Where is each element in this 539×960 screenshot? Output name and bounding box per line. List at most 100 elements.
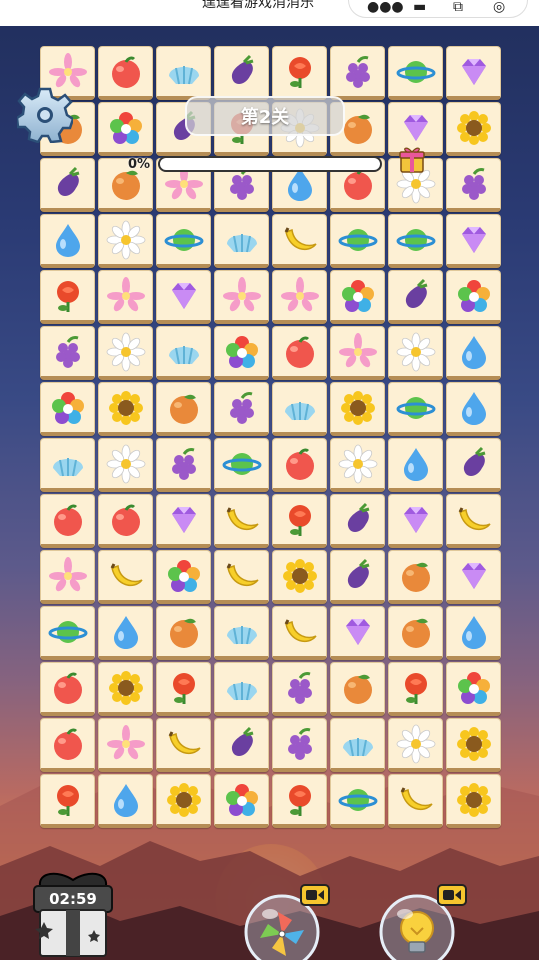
tile-flower[interactable] — [214, 774, 269, 828]
tile-lily[interactable] — [272, 270, 327, 324]
tile-grape[interactable] — [446, 158, 501, 212]
reward-gift-icon[interactable] — [398, 144, 426, 174]
tile-sunflower[interactable] — [272, 550, 327, 604]
tile-planet[interactable] — [214, 438, 269, 492]
close-target-icon[interactable]: ◎ — [493, 0, 505, 15]
tile-grape[interactable] — [156, 438, 211, 492]
tile-orange[interactable] — [388, 550, 443, 604]
tile-eggplant[interactable] — [214, 718, 269, 772]
tile-rose[interactable] — [272, 774, 327, 828]
tile-daisy[interactable] — [98, 438, 153, 492]
settings-gear-icon[interactable] — [17, 87, 73, 143]
tile-planet[interactable] — [388, 46, 443, 100]
tile-planet[interactable] — [388, 382, 443, 436]
tile-banana[interactable] — [214, 550, 269, 604]
tile-peach[interactable] — [272, 438, 327, 492]
tile-flower[interactable] — [330, 270, 385, 324]
tile-sunflower[interactable] — [98, 382, 153, 436]
tile-grape[interactable] — [272, 662, 327, 716]
tile-rose[interactable] — [156, 662, 211, 716]
tile-rose[interactable] — [388, 662, 443, 716]
tile-banana[interactable] — [272, 214, 327, 268]
tile-gem[interactable] — [330, 606, 385, 660]
tile-peach[interactable] — [98, 494, 153, 548]
tile-orange[interactable] — [388, 606, 443, 660]
tile-flower[interactable] — [156, 550, 211, 604]
tile-planet[interactable] — [40, 606, 95, 660]
minimize-icon[interactable]: ▬ — [413, 0, 426, 15]
tile-peach[interactable] — [40, 662, 95, 716]
tile-grape[interactable] — [272, 718, 327, 772]
tile-lily[interactable] — [40, 550, 95, 604]
tile-rose[interactable] — [40, 774, 95, 828]
tile-flower[interactable] — [446, 270, 501, 324]
more-dots-icon[interactable]: ●●● — [367, 0, 404, 15]
tile-peach[interactable] — [40, 494, 95, 548]
tile-eggplant[interactable] — [330, 494, 385, 548]
tile-gem[interactable] — [446, 214, 501, 268]
tile-sunflower[interactable] — [98, 662, 153, 716]
tile-banana[interactable] — [388, 774, 443, 828]
tile-drop[interactable] — [446, 606, 501, 660]
tile-daisy[interactable] — [330, 438, 385, 492]
tile-sunflower[interactable] — [156, 774, 211, 828]
tile-banana[interactable] — [272, 606, 327, 660]
tile-banana[interactable] — [98, 550, 153, 604]
tile-shell[interactable] — [330, 718, 385, 772]
tile-daisy[interactable] — [388, 718, 443, 772]
share-icon[interactable]: ⧉ — [453, 0, 463, 15]
tile-shell[interactable] — [214, 662, 269, 716]
tile-eggplant[interactable] — [446, 438, 501, 492]
tile-shell[interactable] — [214, 606, 269, 660]
tile-eggplant[interactable] — [214, 46, 269, 100]
tile-shell[interactable] — [214, 214, 269, 268]
tile-gem[interactable] — [388, 494, 443, 548]
tile-eggplant[interactable] — [40, 158, 95, 212]
tile-peach[interactable] — [98, 46, 153, 100]
tile-sunflower[interactable] — [446, 718, 501, 772]
tile-grape[interactable] — [214, 382, 269, 436]
tile-rose[interactable] — [272, 46, 327, 100]
tile-daisy[interactable] — [98, 214, 153, 268]
tile-eggplant[interactable] — [388, 270, 443, 324]
tile-flower[interactable] — [98, 102, 153, 156]
tile-banana[interactable] — [446, 494, 501, 548]
tile-banana[interactable] — [214, 494, 269, 548]
tile-gem[interactable] — [446, 46, 501, 100]
tile-flower[interactable] — [446, 662, 501, 716]
tile-orange[interactable] — [156, 606, 211, 660]
tile-drop[interactable] — [388, 438, 443, 492]
tile-rose[interactable] — [40, 270, 95, 324]
tile-planet[interactable] — [330, 774, 385, 828]
tile-sunflower[interactable] — [330, 382, 385, 436]
tile-flower[interactable] — [214, 326, 269, 380]
tile-peach[interactable] — [272, 326, 327, 380]
tile-lily[interactable] — [98, 718, 153, 772]
tile-orange[interactable] — [156, 382, 211, 436]
tile-shell[interactable] — [156, 326, 211, 380]
tile-planet[interactable] — [156, 214, 211, 268]
capsule-menu[interactable]: ●●● ▬ ⧉ ◎ — [348, 0, 528, 18]
tile-lily[interactable] — [214, 270, 269, 324]
tile-sunflower[interactable] — [446, 774, 501, 828]
tile-drop[interactable] — [98, 606, 153, 660]
tile-shell[interactable] — [272, 382, 327, 436]
tile-drop[interactable] — [98, 774, 153, 828]
tile-daisy[interactable] — [388, 326, 443, 380]
tile-eggplant[interactable] — [330, 550, 385, 604]
tile-drop[interactable] — [446, 382, 501, 436]
tile-sunflower[interactable] — [446, 102, 501, 156]
tile-grape[interactable] — [40, 326, 95, 380]
tile-planet[interactable] — [388, 214, 443, 268]
tile-gem[interactable] — [446, 550, 501, 604]
tile-grape[interactable] — [330, 46, 385, 100]
tile-flower[interactable] — [40, 382, 95, 436]
tile-shell[interactable] — [156, 46, 211, 100]
tile-gem[interactable] — [156, 270, 211, 324]
tile-daisy[interactable] — [98, 326, 153, 380]
tile-orange[interactable] — [330, 662, 385, 716]
tile-drop[interactable] — [40, 214, 95, 268]
tile-banana[interactable] — [156, 718, 211, 772]
tile-peach[interactable] — [40, 718, 95, 772]
tile-gem[interactable] — [156, 494, 211, 548]
